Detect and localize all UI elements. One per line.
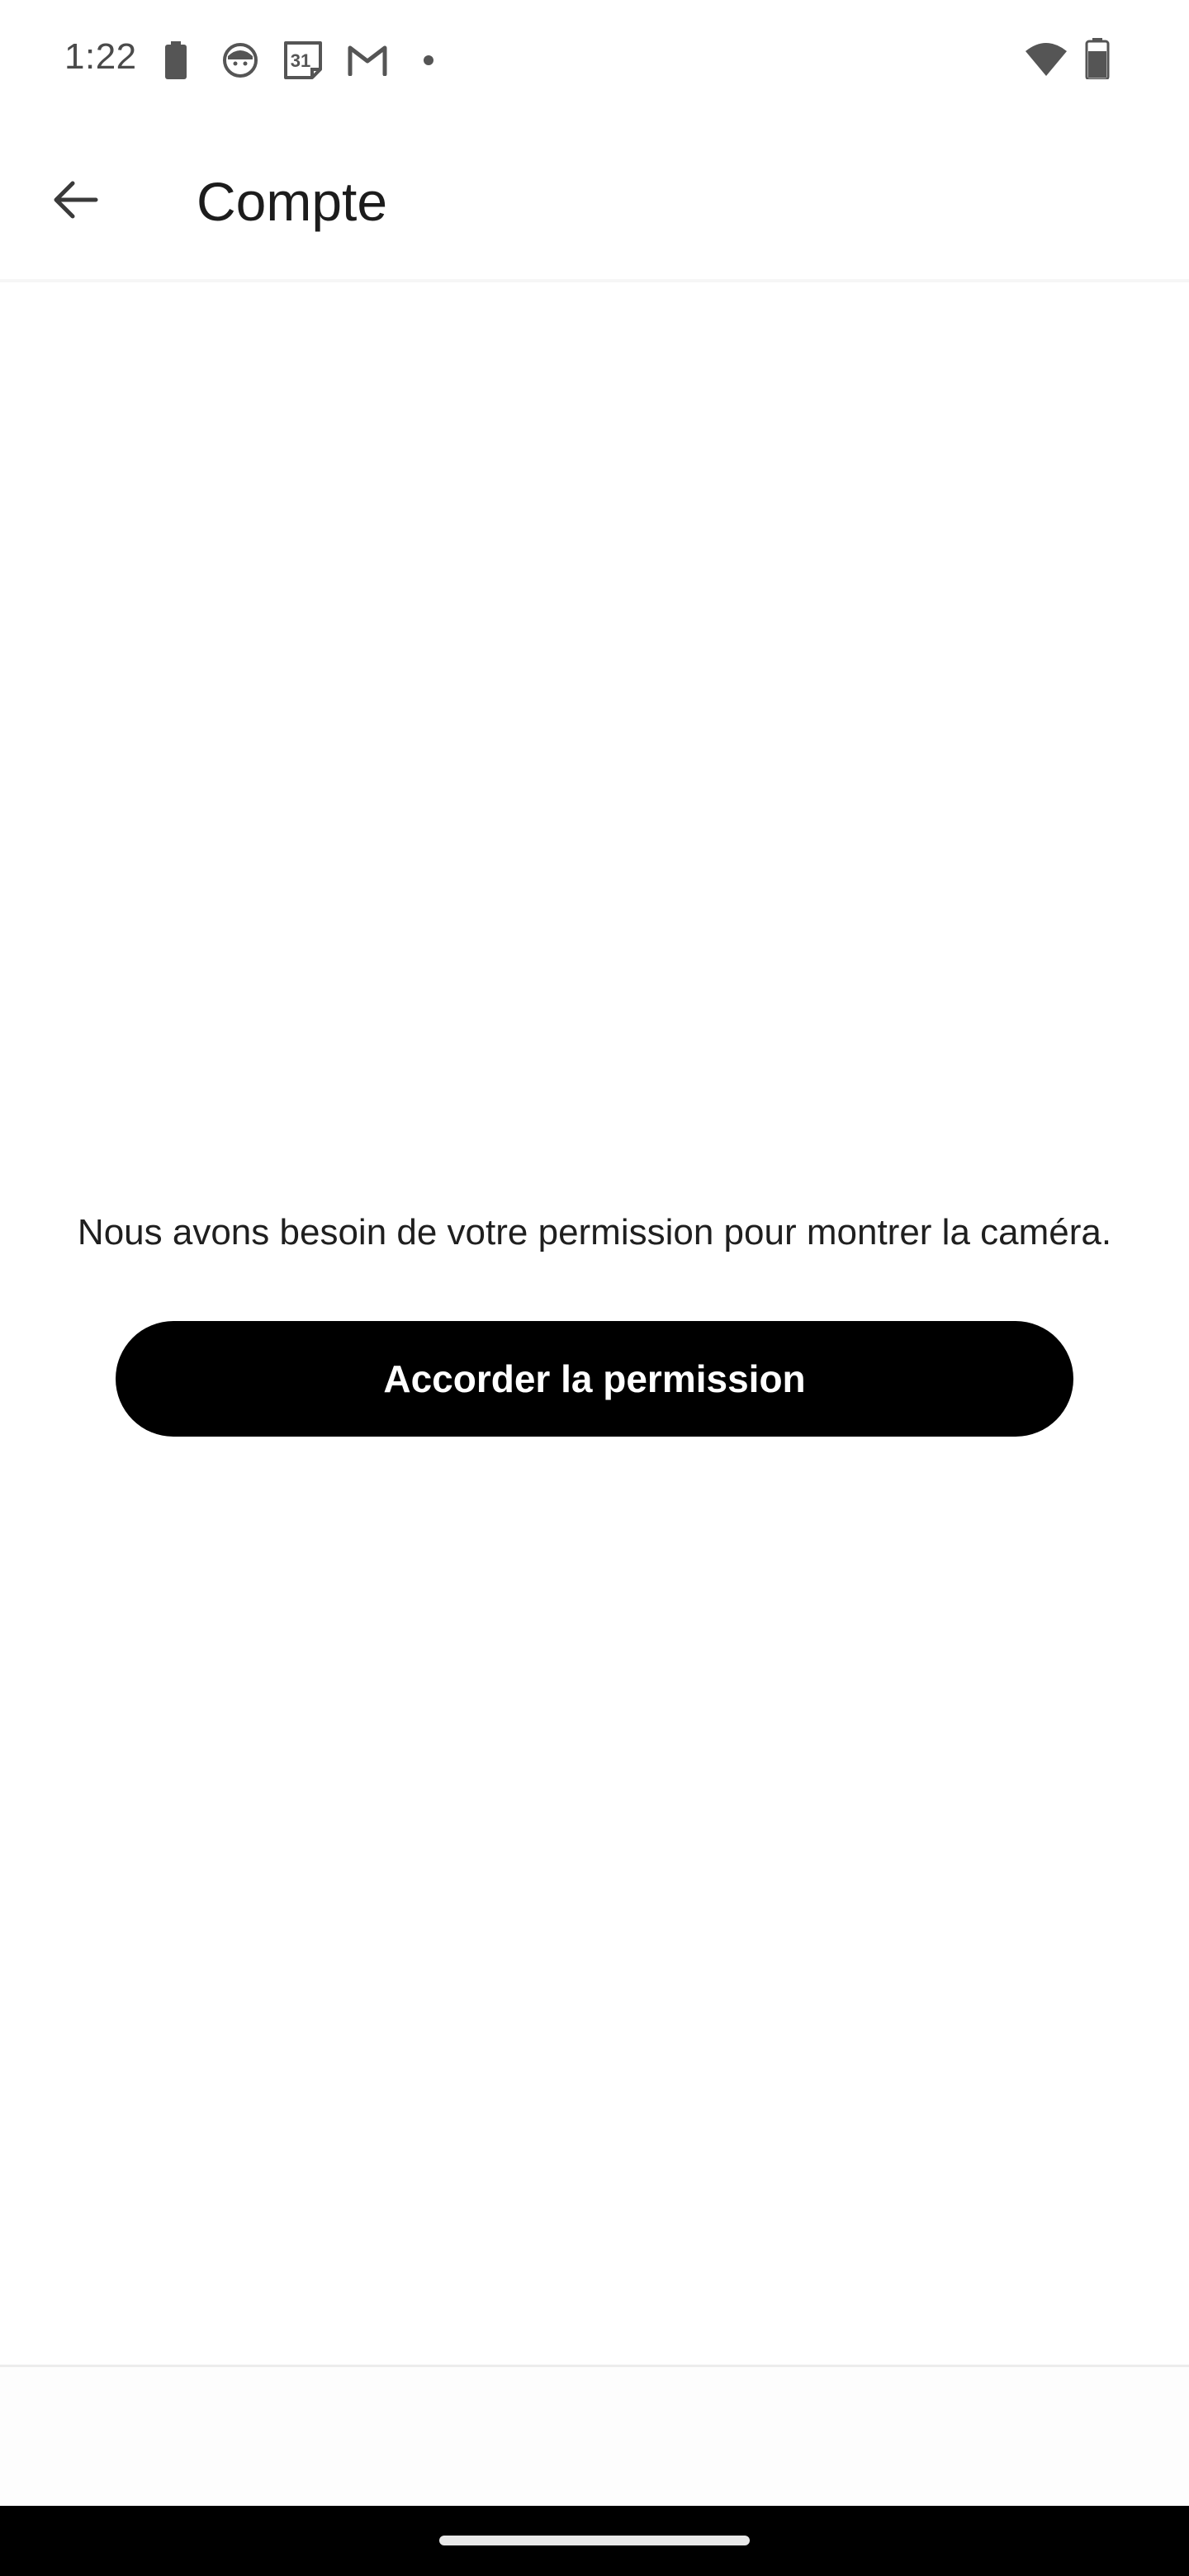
screen: 1:22 31 Compte Nous avons besoin de votr…	[0, 0, 1189, 2576]
arrow-left-icon	[54, 181, 98, 219]
face-app-icon	[221, 41, 259, 79]
home-indicator[interactable]	[439, 2536, 750, 2545]
status-time: 1:22	[64, 36, 137, 77]
app-bar: Compte	[0, 124, 1189, 281]
bottom-bar	[0, 2367, 1189, 2506]
page-title: Compte	[197, 171, 388, 232]
gmail-icon	[347, 43, 388, 81]
permission-message: Nous avons besoin de votre permission po…	[77, 1212, 1112, 1252]
wifi-icon	[1024, 41, 1068, 79]
grant-permission-label: Accorder la permission	[383, 1357, 806, 1400]
system-navigation-bar	[0, 2506, 1189, 2576]
calendar-day-text: 31	[291, 50, 310, 71]
grant-permission-button[interactable]: Accorder la permission	[116, 1321, 1073, 1437]
notification-dot-icon	[423, 54, 434, 92]
calendar-icon: 31	[282, 40, 324, 79]
back-button[interactable]	[33, 157, 119, 243]
battery-saver-icon	[163, 41, 188, 79]
status-bar: 1:22 31	[0, 0, 1189, 124]
app-bar-divider	[0, 279, 1189, 282]
battery-icon	[1085, 38, 1110, 81]
